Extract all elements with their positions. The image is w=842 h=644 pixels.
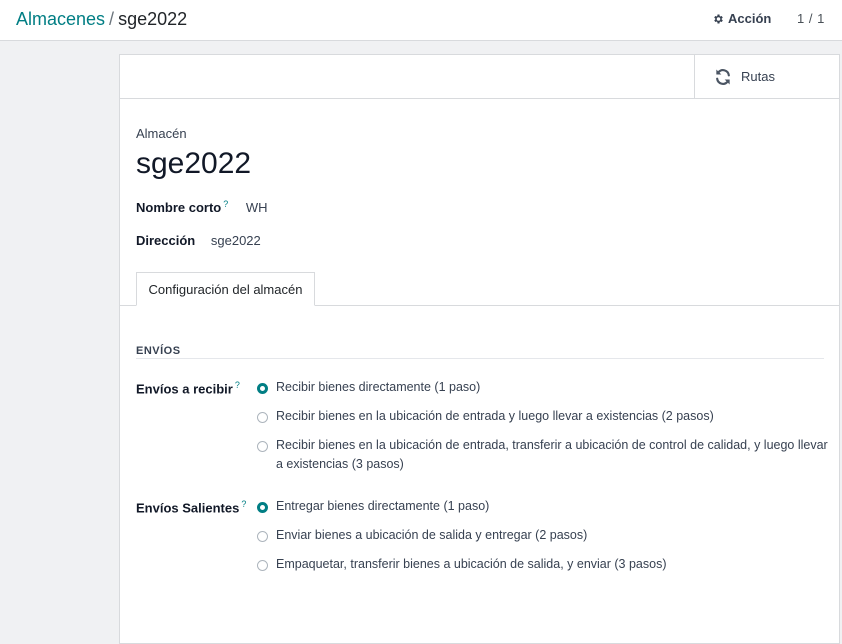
help-marker[interactable]: ? xyxy=(223,199,228,209)
gear-icon xyxy=(714,14,723,23)
incoming-option-2-steps[interactable]: Recibir bienes en la ubicación de entrad… xyxy=(257,409,714,426)
outgoing-option-1-step[interactable]: Entregar bienes directamente (1 paso) xyxy=(257,499,490,516)
help-marker[interactable]: ? xyxy=(235,380,240,390)
button-box: Rutas xyxy=(120,55,839,99)
routes-label: Rutas xyxy=(741,69,775,84)
radio-button[interactable] xyxy=(257,441,268,452)
action-label: Acción xyxy=(728,11,772,26)
short-name-label: Nombre corto? xyxy=(136,199,229,216)
routes-button[interactable]: Rutas xyxy=(694,55,839,98)
radio-label: Enviar bienes a ubicación de salida y en… xyxy=(276,528,588,542)
tab-warehouse-configuration[interactable]: Configuración del almacén xyxy=(136,272,315,306)
radio-button[interactable] xyxy=(257,560,268,571)
breadcrumb-separator: / xyxy=(109,9,115,29)
warehouse-caption: Almacén xyxy=(136,126,187,141)
address-label: Dirección xyxy=(136,233,196,248)
short-name-value[interactable]: WH xyxy=(246,200,268,215)
form-sheet: Rutas Almacén sge2022 Nombre corto? WH D… xyxy=(119,54,840,644)
action-menu-button[interactable]: Acción xyxy=(712,11,771,26)
outgoing-option-2-steps[interactable]: Enviar bienes a ubicación de salida y en… xyxy=(257,528,588,545)
section-divider xyxy=(136,358,824,359)
control-panel: Almacenes / sge2022 Acción 1 / 1 xyxy=(0,0,842,41)
outgoing-shipments-label: Envíos Salientes? xyxy=(136,499,247,516)
radio-label: Entregar bienes directamente (1 paso) xyxy=(276,499,490,513)
radio-button[interactable] xyxy=(257,383,268,394)
outgoing-option-3-steps[interactable]: Empaquetar, transferir bienes a ubicació… xyxy=(257,557,667,574)
address-value[interactable]: sge2022 xyxy=(211,233,261,248)
radio-button[interactable] xyxy=(257,412,268,423)
incoming-shipments-label: Envíos a recibir? xyxy=(136,380,240,397)
incoming-option-3-steps[interactable]: Recibir bienes en la ubicación de entrad… xyxy=(257,438,831,474)
breadcrumb-current: sge2022 xyxy=(118,9,188,29)
section-title-shipments: ENVÍOS xyxy=(136,345,181,357)
radio-label: Recibir bienes directamente (1 paso) xyxy=(276,380,481,394)
breadcrumb: Almacenes / sge2022 xyxy=(16,8,187,30)
breadcrumb-parent-link[interactable]: Almacenes xyxy=(16,9,105,29)
radio-button[interactable] xyxy=(257,531,268,542)
pager[interactable]: 1 / 1 xyxy=(797,11,825,26)
help-marker[interactable]: ? xyxy=(241,499,246,509)
refresh-icon xyxy=(716,68,730,85)
radio-button[interactable] xyxy=(257,502,268,513)
address-field: Dirección sge2022 xyxy=(136,233,261,248)
radio-label: Empaquetar, transferir bienes a ubicació… xyxy=(276,557,667,571)
short-name-field: Nombre corto? WH xyxy=(136,199,268,215)
radio-label: Recibir bienes en la ubicación de entrad… xyxy=(276,409,714,423)
incoming-option-1-step[interactable]: Recibir bienes directamente (1 paso) xyxy=(257,380,481,397)
radio-label: Recibir bienes en la ubicación de entrad… xyxy=(276,438,828,471)
warehouse-name[interactable]: sge2022 xyxy=(136,146,251,182)
